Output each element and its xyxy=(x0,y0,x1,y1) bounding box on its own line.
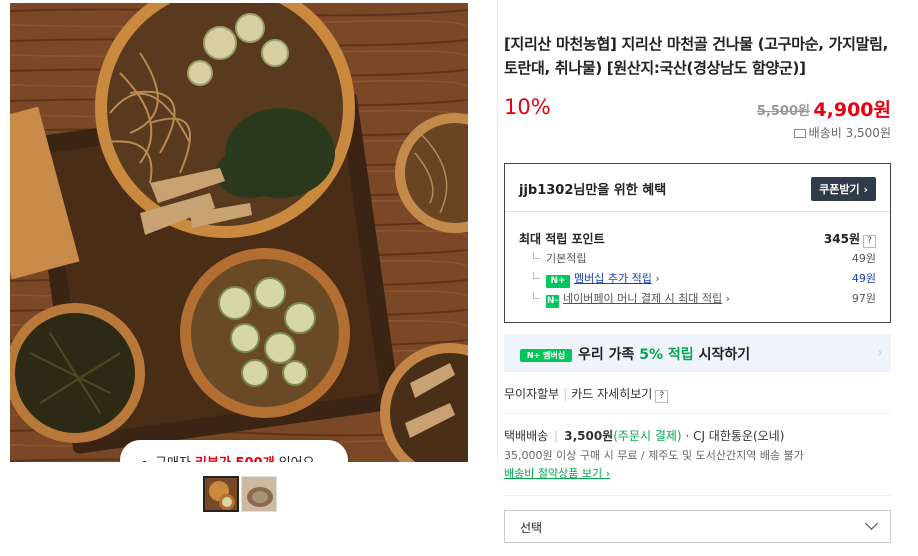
membership-points-row: N+ 멤버십 추가 적립 › 49원 xyxy=(519,270,876,288)
help-icon[interactable]: ? xyxy=(655,390,669,403)
naver-pay-icon: N- xyxy=(546,295,559,308)
membership-promo-bar[interactable]: N+ 멤버십 우리 가족 5% 적립 시작하기 › xyxy=(504,334,891,372)
sale-price: 4,900원 xyxy=(813,99,891,121)
product-title: [지리산 마천농협] 지리산 마천골 건나물 (고구마순, 가지말림, 토란대,… xyxy=(504,35,888,77)
divider xyxy=(504,495,891,496)
delivery-note: 35,000원 이상 구매 시 무료 / 제주도 및 도서산간지역 배송 불가 xyxy=(504,449,804,462)
original-price: 5,500원 xyxy=(756,104,810,119)
product-gallery: 구매자 리뷰가 500개 있어요 xyxy=(0,0,498,556)
thumbnail-image xyxy=(205,478,237,510)
thumbnail-2[interactable] xyxy=(241,476,277,512)
discount-rate: 10% xyxy=(504,95,551,119)
thumbnail-image xyxy=(242,477,276,511)
shipping-saver-link[interactable]: 배송비 절약상품 보기 › xyxy=(504,465,610,481)
tree-line-icon xyxy=(533,252,540,259)
basic-points-row: 기본적립 49원 xyxy=(519,250,876,266)
npay-points-link[interactable]: 네이버페이 머니 결제 시 최대 적립 xyxy=(563,292,722,305)
thumbnail-1[interactable] xyxy=(203,476,239,512)
card-detail-link[interactable]: 카드 자세히보기 xyxy=(571,387,652,401)
main-product-image[interactable] xyxy=(10,3,468,462)
max-points-value: 345원 xyxy=(823,232,860,246)
npay-points-row: N- 네이버페이 머니 결제 시 최대 적립 › 97원 xyxy=(519,290,876,308)
tree-line-icon xyxy=(533,272,540,279)
dried-vegetables-photo xyxy=(10,3,468,462)
option-select[interactable]: 선택 xyxy=(504,510,891,543)
installment-row: 무이자할부 | 카드 자세히보기? xyxy=(504,385,669,403)
chevron-down-icon xyxy=(865,517,878,530)
benefit-box: jjb1302님만을 위한 혜택 쿠폰받기 › 최대 적립 포인트 345원? … xyxy=(504,163,891,323)
divider xyxy=(504,413,891,414)
max-points-row: 최대 적립 포인트 345원? xyxy=(519,230,876,248)
shipping-fee-summary: 배송비 3,500원 xyxy=(793,124,891,141)
membership-points-link[interactable]: 멤버십 추가 적립 xyxy=(574,272,652,285)
naver-plus-membership-icon: N+ 멤버십 xyxy=(520,349,572,362)
help-icon[interactable]: ? xyxy=(863,235,876,248)
chevron-right-icon: › xyxy=(877,345,883,361)
delivery-info: 택배배송 | 3,500원(주문시 결제) · CJ 대한통운(오네) xyxy=(504,429,785,443)
truck-icon xyxy=(793,129,806,138)
product-info-panel: [지리산 마천농협] 지리산 마천골 건나물 (고구마순, 가지말림, 토란대,… xyxy=(504,0,918,556)
thumbnail-strip xyxy=(203,476,277,512)
tree-line-icon xyxy=(533,292,540,299)
coupon-button[interactable]: 쿠폰받기 › xyxy=(811,177,876,201)
chevron-right-icon: › xyxy=(863,183,868,196)
naver-plus-badge-icon: N+ xyxy=(546,275,570,288)
no-interest-installment: 무이자할부 xyxy=(504,387,560,401)
